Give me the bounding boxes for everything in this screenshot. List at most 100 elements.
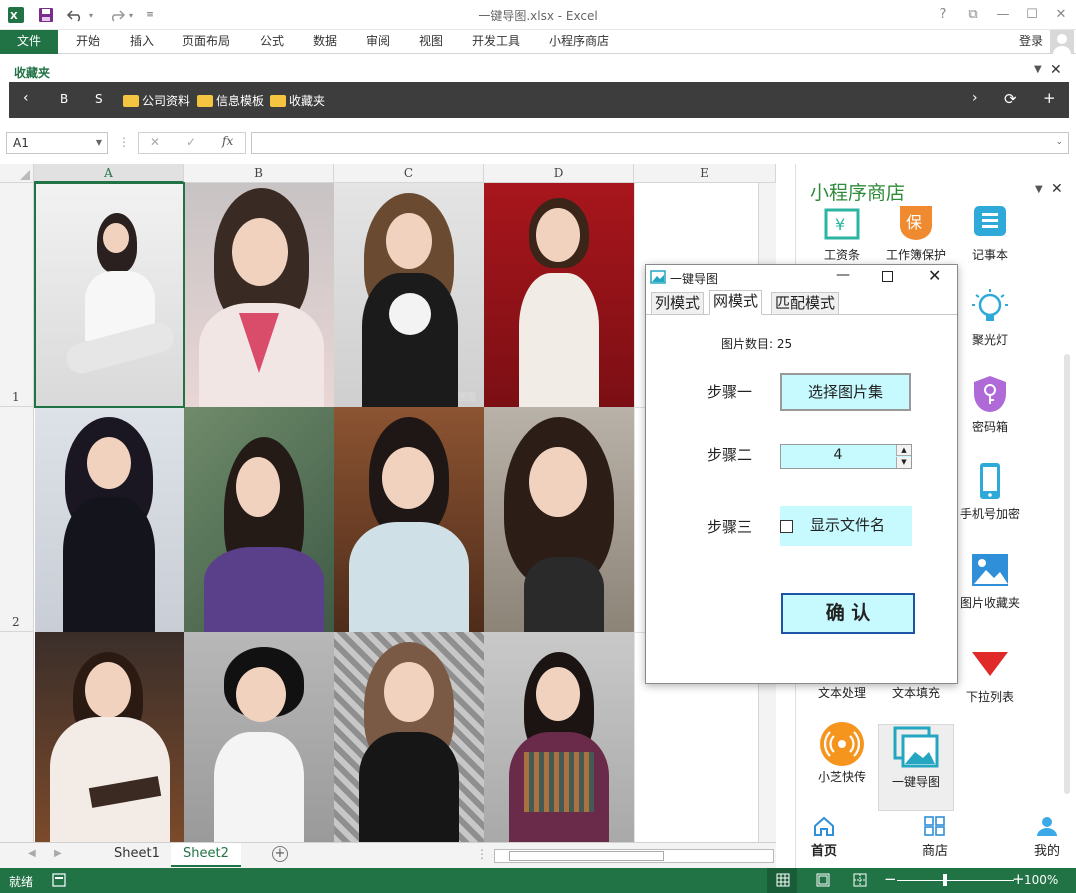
row-header-3[interactable]: [0, 632, 34, 842]
enter-icon[interactable]: ✓: [186, 135, 196, 149]
panel-item-one-click-image[interactable]: 一键导图: [878, 724, 954, 811]
tab-data[interactable]: 数据: [307, 30, 343, 54]
tab-split-grip[interactable]: ⋮: [476, 847, 488, 861]
page-break-view-icon[interactable]: [853, 873, 867, 890]
panel-collapse-icon[interactable]: ▼: [1035, 184, 1043, 195]
row-header-1[interactable]: 1: [0, 183, 34, 407]
photo-d2[interactable]: [484, 407, 634, 632]
tab-formulas[interactable]: 公式: [254, 30, 290, 54]
favorites-collapse-icon[interactable]: ▼: [1034, 64, 1042, 75]
photo-c1[interactable]: [334, 183, 484, 407]
tab-home[interactable]: 开始: [70, 30, 106, 54]
panel-close-icon[interactable]: ✕: [1051, 181, 1063, 197]
show-filename-option[interactable]: 显示文件名: [780, 506, 912, 546]
stepper-up-icon[interactable]: ▲: [896, 445, 911, 456]
sheet-tab-sheet2[interactable]: Sheet2: [171, 843, 241, 867]
photo-a1[interactable]: [35, 183, 184, 407]
horizontal-scroll-thumb[interactable]: [509, 851, 664, 861]
fav-add-icon[interactable]: +: [1043, 89, 1056, 107]
tab-page-layout[interactable]: 页面布局: [176, 30, 236, 54]
show-filename-checkbox[interactable]: [780, 520, 793, 533]
column-header-e[interactable]: E: [634, 164, 776, 183]
horizontal-scrollbar[interactable]: [494, 849, 774, 863]
zoom-in-button[interactable]: +: [1012, 870, 1025, 888]
sheet-prev-icon[interactable]: ◀: [28, 848, 36, 859]
panel-item-dropdown-list[interactable]: 下拉列表: [952, 644, 1028, 705]
photo-a3[interactable]: [35, 632, 184, 842]
panel-item-notepad[interactable]: 记事本: [952, 202, 1028, 263]
name-box-dropdown-icon[interactable]: ▼: [96, 133, 102, 153]
tab-match-mode[interactable]: 匹配模式: [771, 292, 840, 315]
fav-item-b[interactable]: B: [60, 92, 68, 106]
sheet-next-icon[interactable]: ▶: [54, 848, 62, 859]
name-box[interactable]: A1 ▼: [6, 132, 108, 154]
photo-b2[interactable]: [184, 407, 334, 632]
fav-folder-company[interactable]: 公司资料: [123, 92, 190, 109]
fav-back-icon[interactable]: ‹: [23, 90, 29, 106]
stepper-down-icon[interactable]: ▼: [896, 457, 911, 468]
ribbon-display-button[interactable]: ⧉: [962, 4, 984, 26]
help-button[interactable]: ?: [932, 4, 954, 26]
panel-scrollbar[interactable]: [1064, 354, 1070, 794]
select-image-set-button[interactable]: 选择图片集: [780, 373, 911, 411]
tab-view[interactable]: 视图: [413, 30, 449, 54]
panel-nav-home[interactable]: 首页: [794, 816, 854, 859]
favorites-close-icon[interactable]: ✕: [1050, 62, 1062, 78]
tab-review[interactable]: 审阅: [360, 30, 396, 54]
tab-insert[interactable]: 插入: [124, 30, 160, 54]
zoom-level[interactable]: 100%: [1024, 873, 1058, 887]
cancel-icon[interactable]: ✕: [150, 135, 160, 149]
sheet-tab-sheet1[interactable]: Sheet1: [102, 843, 172, 867]
formula-input[interactable]: ⌄: [251, 132, 1069, 154]
close-button[interactable]: ✕: [1050, 4, 1072, 26]
panel-item-image-favorites[interactable]: 图片收藏夹: [952, 550, 1028, 611]
add-sheet-button[interactable]: +: [272, 846, 288, 862]
column-count-stepper[interactable]: 4 ▲ ▼: [780, 444, 912, 469]
photo-b3[interactable]: [184, 632, 334, 842]
tab-column-mode[interactable]: 列模式: [651, 292, 705, 315]
select-all-corner[interactable]: [0, 164, 34, 183]
photo-b1[interactable]: [184, 183, 334, 407]
dialog-minimize-button[interactable]: —: [836, 267, 850, 283]
panel-item-payroll[interactable]: ¥ 工资条: [804, 202, 880, 263]
normal-view-icon[interactable]: [776, 873, 790, 890]
photo-c3[interactable]: [334, 632, 484, 842]
minimize-button[interactable]: —: [992, 4, 1014, 26]
macro-record-icon[interactable]: [52, 873, 66, 890]
zoom-slider[interactable]: [897, 880, 1014, 881]
maximize-button[interactable]: ☐: [1021, 4, 1043, 26]
row-header-2[interactable]: 2: [0, 407, 34, 632]
tab-grid-mode[interactable]: 网模式: [709, 290, 763, 315]
avatar[interactable]: [1050, 30, 1074, 54]
dialog-close-button[interactable]: ✕: [928, 266, 941, 285]
dialog-maximize-button[interactable]: [882, 271, 893, 282]
panel-nav-store[interactable]: 商店: [905, 816, 965, 859]
fav-item-s[interactable]: S: [95, 92, 103, 106]
fav-refresh-icon[interactable]: ⟳: [1004, 90, 1017, 108]
zoom-slider-thumb[interactable]: [943, 874, 947, 886]
fav-forward-icon[interactable]: ›: [972, 90, 978, 106]
column-header-a[interactable]: A: [34, 164, 184, 183]
photo-d1[interactable]: [484, 183, 634, 407]
column-header-d[interactable]: D: [484, 164, 634, 183]
tab-file[interactable]: 文件: [0, 30, 58, 54]
tab-mini-program-store[interactable]: 小程序商店: [543, 30, 615, 54]
panel-nav-me[interactable]: 我的: [1017, 816, 1076, 859]
formula-expand-icon[interactable]: ⌄: [1055, 137, 1063, 147]
fav-folder-favorites[interactable]: 收藏夹: [270, 92, 325, 109]
panel-item-workbook-protect[interactable]: 保 工作簿保护: [878, 202, 954, 263]
zoom-out-button[interactable]: −: [884, 870, 897, 888]
panel-item-password-box[interactable]: 密码箱: [952, 374, 1028, 435]
insert-function-icon[interactable]: fx: [222, 134, 233, 148]
photo-d3[interactable]: [484, 632, 634, 842]
panel-item-phone-encrypt[interactable]: 手机号加密: [952, 461, 1028, 522]
tab-developer[interactable]: 开发工具: [466, 30, 526, 54]
photo-a2[interactable]: [35, 407, 184, 632]
page-layout-view-icon[interactable]: [816, 873, 830, 890]
column-header-b[interactable]: B: [184, 164, 334, 183]
panel-item-quick-transfer[interactable]: 小芝快传: [804, 722, 880, 785]
column-header-c[interactable]: C: [334, 164, 484, 183]
login-link[interactable]: 登录: [1013, 30, 1049, 54]
fav-folder-templates[interactable]: 信息模板: [197, 92, 264, 109]
photo-c2[interactable]: [334, 407, 484, 632]
